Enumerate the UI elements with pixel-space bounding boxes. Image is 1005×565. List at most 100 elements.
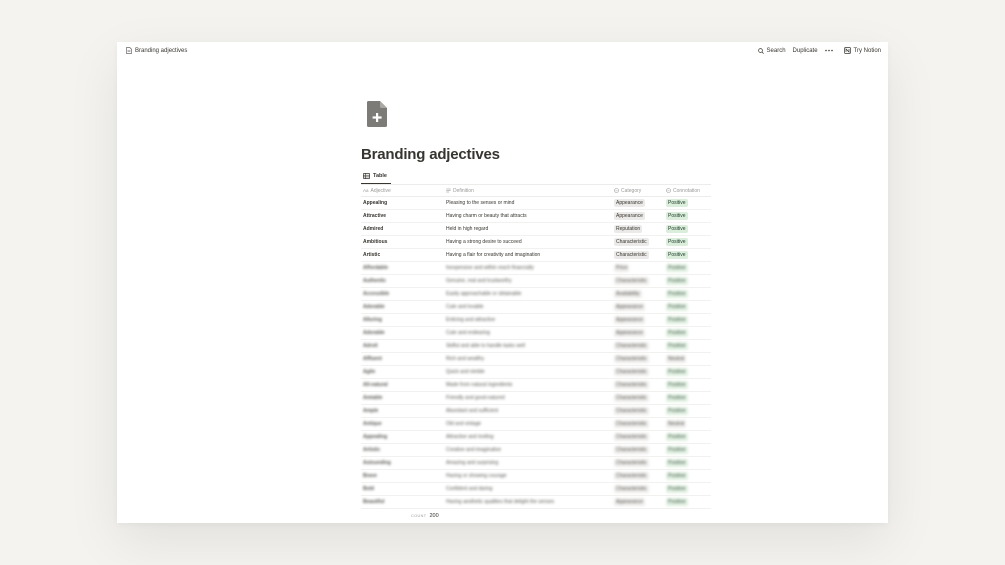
cell-adjective[interactable]: Adorable xyxy=(361,330,443,336)
cell-category[interactable]: Availability xyxy=(612,290,664,298)
table-row[interactable]: Ambitious Having a strong desire to succe… xyxy=(361,236,711,249)
cell-category[interactable]: Appearance xyxy=(612,199,664,207)
table-row[interactable]: Alluring Enticing and attractive Appearanc… xyxy=(361,314,711,327)
table-row[interactable]: Beautiful Having aesthetic qualities that… xyxy=(361,496,711,509)
cell-category[interactable]: Appearance xyxy=(612,329,664,337)
table-row[interactable]: Artistic Creative and imaginative Characte… xyxy=(361,444,711,457)
cell-adjective[interactable]: Brave xyxy=(361,473,443,479)
cell-connotation[interactable]: Positive xyxy=(664,212,711,220)
document-plus-icon[interactable] xyxy=(367,101,387,127)
table-row[interactable]: Brave Having or showing courage Characteri… xyxy=(361,470,711,483)
cell-definition[interactable]: Enticing and attractive xyxy=(443,317,612,323)
cell-connotation[interactable]: Positive xyxy=(664,290,711,298)
cell-definition[interactable]: Having aesthetic qualities that delight … xyxy=(443,499,612,505)
cell-definition[interactable]: Having a flair for creativity and imagin… xyxy=(443,252,612,258)
cell-category[interactable]: Characteristic xyxy=(612,472,664,480)
table-row[interactable]: Antique Old and vintage Characteristic Neut… xyxy=(361,418,711,431)
cell-category[interactable]: Characteristic xyxy=(612,446,664,454)
cell-connotation[interactable]: Positive xyxy=(664,446,711,454)
table-row[interactable]: Authentic Genuine, real and trustworthy Ch… xyxy=(361,275,711,288)
cell-category[interactable]: Characteristic xyxy=(612,381,664,389)
cell-category[interactable]: Characteristic xyxy=(612,342,664,350)
cell-category[interactable]: Characteristic xyxy=(612,433,664,441)
cell-adjective[interactable]: Beautiful xyxy=(361,499,443,505)
cell-adjective[interactable]: All-natural xyxy=(361,382,443,388)
table-row[interactable]: Agile Quick and nimble Characteristic Posit… xyxy=(361,366,711,379)
cell-definition[interactable]: Easily approachable or obtainable xyxy=(443,291,612,297)
cell-connotation[interactable]: Neutral xyxy=(664,420,711,428)
table-row[interactable]: Attractive Having charm or beauty that at… xyxy=(361,210,711,223)
cell-adjective[interactable]: Affordable xyxy=(361,265,443,271)
table-row[interactable]: Affordable Inexpensive and within reach f… xyxy=(361,262,711,275)
cell-connotation[interactable]: Positive xyxy=(664,264,711,272)
cell-definition[interactable]: Having charm or beauty that attracts xyxy=(443,213,612,219)
cell-category[interactable]: Price xyxy=(612,264,664,272)
cell-connotation[interactable]: Positive xyxy=(664,472,711,480)
column-header-adjective[interactable]: Aa Adjective xyxy=(361,188,443,194)
cell-definition[interactable]: Rich and wealthy xyxy=(443,356,612,362)
cell-definition[interactable]: Having or showing courage xyxy=(443,473,612,479)
cell-definition[interactable]: Cute and endearing xyxy=(443,330,612,336)
cell-adjective[interactable]: Admired xyxy=(361,226,443,232)
cell-category[interactable]: Appearance xyxy=(612,316,664,324)
cell-adjective[interactable]: Appealing xyxy=(361,200,443,206)
table-row[interactable]: Amiable Friendly and good-natured Characte… xyxy=(361,392,711,405)
cell-connotation[interactable]: Positive xyxy=(664,238,711,246)
column-header-category[interactable]: Category xyxy=(612,188,664,194)
duplicate-button[interactable]: Duplicate xyxy=(793,48,818,54)
cell-adjective[interactable]: Agile xyxy=(361,369,443,375)
cell-connotation[interactable]: Positive xyxy=(664,394,711,402)
cell-adjective[interactable]: Amiable xyxy=(361,395,443,401)
cell-definition[interactable]: Held in high regard xyxy=(443,226,612,232)
cell-adjective[interactable]: Authentic xyxy=(361,278,443,284)
cell-connotation[interactable]: Positive xyxy=(664,316,711,324)
cell-category[interactable]: Reputation xyxy=(612,225,664,233)
table-row[interactable]: Ample Abundant and sufficient Characterist… xyxy=(361,405,711,418)
table-row[interactable]: All-natural Made from natural ingredients… xyxy=(361,379,711,392)
cell-adjective[interactable]: Accessible xyxy=(361,291,443,297)
try-notion-button[interactable]: Try Notion xyxy=(843,47,881,54)
cell-adjective[interactable]: Astounding xyxy=(361,460,443,466)
cell-definition[interactable]: Pleasing to the senses or mind xyxy=(443,200,612,206)
cell-category[interactable]: Characteristic xyxy=(612,407,664,415)
column-header-definition[interactable]: Definition xyxy=(443,188,612,194)
cell-adjective[interactable]: Ambitious xyxy=(361,239,443,245)
cell-definition[interactable]: Inexpensive and within reach financially xyxy=(443,265,612,271)
cell-definition[interactable]: Old and vintage xyxy=(443,421,612,427)
cell-definition[interactable]: Cute and lovable xyxy=(443,304,612,310)
table-row[interactable]: Artistic Having a flair for creativity an… xyxy=(361,249,711,262)
cell-connotation[interactable]: Positive xyxy=(664,368,711,376)
cell-connotation[interactable]: Positive xyxy=(664,342,711,350)
cell-connotation[interactable]: Positive xyxy=(664,433,711,441)
cell-category[interactable]: Appearance xyxy=(612,303,664,311)
cell-definition[interactable]: Quick and nimble xyxy=(443,369,612,375)
cell-definition[interactable]: Attractive and inviting xyxy=(443,434,612,440)
table-row[interactable]: Bold Confident and daring Characteristic Po… xyxy=(361,483,711,496)
table-row[interactable]: Astounding Amazing and surprising Characte… xyxy=(361,457,711,470)
cell-category[interactable]: Characteristic xyxy=(612,394,664,402)
column-header-connotation[interactable]: Connotation xyxy=(664,188,711,194)
cell-connotation[interactable]: Positive xyxy=(664,329,711,337)
cell-connotation[interactable]: Positive xyxy=(664,459,711,467)
table-row[interactable]: Accessible Easily approachable or obtaina… xyxy=(361,288,711,301)
cell-category[interactable]: Characteristic xyxy=(612,251,664,259)
cell-category[interactable]: Appearance xyxy=(612,498,664,506)
cell-definition[interactable]: Confident and daring xyxy=(443,486,612,492)
search-button[interactable]: Search xyxy=(757,48,786,54)
cell-definition[interactable]: Genuine, real and trustworthy xyxy=(443,278,612,284)
cell-definition[interactable]: Amazing and surprising xyxy=(443,460,612,466)
cell-adjective[interactable]: Adorable xyxy=(361,304,443,310)
more-button[interactable] xyxy=(824,49,833,52)
cell-adjective[interactable]: Antique xyxy=(361,421,443,427)
cell-connotation[interactable]: Neutral xyxy=(664,355,711,363)
cell-adjective[interactable]: Adroit xyxy=(361,343,443,349)
cell-adjective[interactable]: Artistic xyxy=(361,252,443,258)
cell-definition[interactable]: Abundant and sufficient xyxy=(443,408,612,414)
cell-connotation[interactable]: Positive xyxy=(664,498,711,506)
cell-connotation[interactable]: Positive xyxy=(664,303,711,311)
cell-category[interactable]: Characteristic xyxy=(612,485,664,493)
cell-definition[interactable]: Having a strong desire to succeed xyxy=(443,239,612,245)
breadcrumb-page[interactable]: Branding adjectives xyxy=(126,47,187,54)
cell-adjective[interactable]: Ample xyxy=(361,408,443,414)
cell-adjective[interactable]: Appealing xyxy=(361,434,443,440)
